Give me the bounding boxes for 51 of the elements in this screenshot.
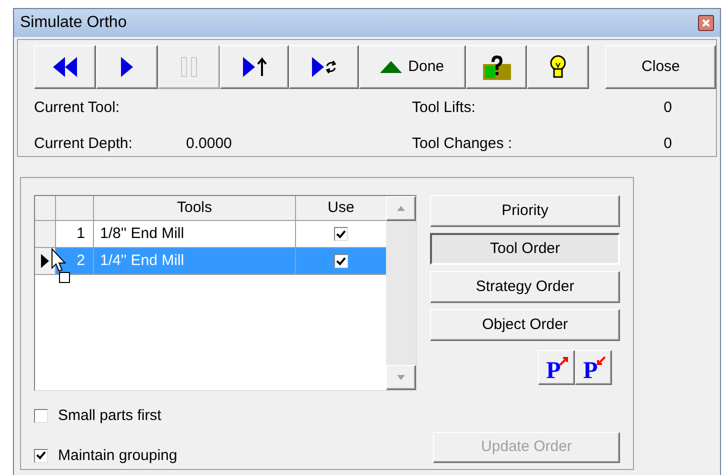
tool-lifts-label: Tool Lifts: [412, 98, 476, 118]
scroll-up-button[interactable] [386, 196, 416, 221]
option-label: Maintain grouping [58, 446, 178, 466]
use-checkbox[interactable] [334, 227, 348, 241]
table-row[interactable]: 1 1/8'' End Mill [35, 221, 386, 248]
pause-icon [180, 57, 197, 77]
window-title: Simulate Ortho [20, 13, 127, 33]
current-row-icon [41, 254, 49, 268]
option-checkbox[interactable] [34, 409, 48, 424]
option-checkbox[interactable] [34, 448, 48, 463]
tool-lifts-value: 0 [662, 98, 672, 118]
done-button[interactable]: Done [358, 45, 466, 89]
current-depth-value: 0.0000 [186, 134, 233, 154]
vertical-scrollbar[interactable] [386, 196, 416, 390]
table-cell: 1 [56, 221, 94, 247]
play-icon [120, 57, 133, 77]
play-refresh-icon [312, 57, 336, 77]
raise-priority-button[interactable]: P [538, 350, 575, 385]
table-cell: 1/4'' End Mill [94, 248, 296, 274]
order-button[interactable]: Tool Order [430, 233, 620, 265]
arrow-down-left-icon [596, 356, 606, 366]
close-window-button[interactable] [698, 15, 714, 31]
up-arrow-icon [397, 206, 405, 211]
tool-changes-label: Tool Changes : [412, 134, 514, 154]
order-button[interactable]: Strategy Order [430, 271, 620, 303]
close-button[interactable]: Close [605, 45, 716, 89]
play-up-arrow-icon [242, 57, 267, 77]
mouse-cursor-icon [51, 248, 71, 284]
arrow-up-right-icon [559, 356, 569, 366]
hint-button[interactable] [527, 45, 590, 89]
down-arrow-icon [397, 375, 405, 380]
close-icon [702, 19, 710, 27]
light-bulb-icon [550, 55, 566, 79]
rewind-icon [52, 57, 77, 77]
order-button[interactable]: Priority [430, 195, 620, 227]
triangle-icon [380, 61, 402, 73]
tool-changes-value: 0 [662, 134, 672, 154]
play-button[interactable] [96, 45, 158, 89]
scroll-down-button[interactable] [386, 365, 416, 390]
help-icon [482, 54, 510, 80]
refresh-button[interactable] [289, 45, 359, 89]
option-label: Small parts first [58, 406, 162, 426]
step-up-button[interactable] [220, 45, 290, 89]
order-button[interactable]: Object Order [430, 309, 620, 341]
current-tool-label: Current Tool: [34, 98, 121, 118]
help-button[interactable] [466, 45, 528, 89]
table-cell: 1/8'' End Mill [94, 221, 296, 247]
current-depth-label: Current Depth: [34, 134, 134, 154]
lower-priority-button[interactable]: P [575, 350, 612, 385]
rewind-button[interactable] [34, 45, 96, 89]
use-checkbox[interactable] [334, 254, 348, 268]
